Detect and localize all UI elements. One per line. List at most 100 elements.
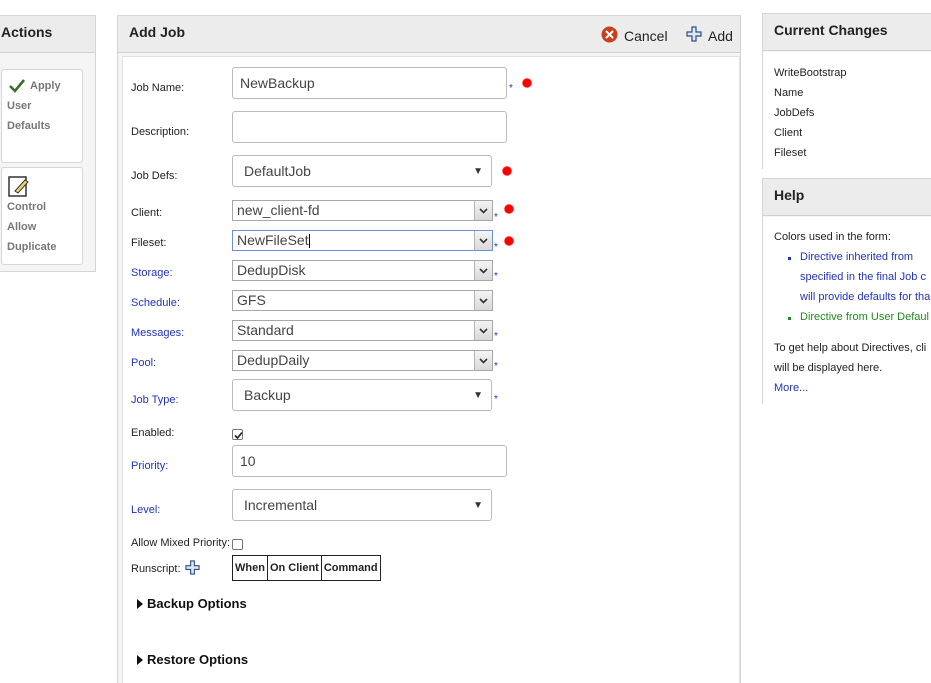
messages-combobox[interactable]: Standard [232,320,493,341]
bullet-icon [788,317,791,320]
list-item: WriteBootstrap [774,67,847,79]
job-defs-value: DefaultJob [244,163,311,179]
required-mark: * [494,394,498,405]
required-mark: * [494,331,498,342]
apply-label: Apply [30,80,61,92]
required-mark: * [494,212,498,223]
priority-input[interactable] [232,445,507,477]
storage-label: Storage: [131,267,173,279]
dropdown-arrow-icon[interactable] [474,291,492,310]
fileset-value: NewFileSet [237,232,309,248]
required-dot-icon [504,236,514,246]
required-dot-icon [522,78,532,88]
job-name-label: Job Name: [131,82,185,94]
edit-icon [8,176,30,201]
current-changes-list: WriteBootstrap Name JobDefs Client Files… [763,52,931,169]
cancel-label: Cancel [624,28,668,44]
apply-user-defaults-action[interactable]: Apply User Defaults [1,69,83,163]
help-more-link[interactable]: More... [774,382,808,394]
help-user-default-line: Directive from User Defaul [800,311,929,323]
schedule-value: GFS [237,292,266,308]
page-title: Add Job [129,24,185,40]
description-input[interactable] [232,111,507,143]
priority-label: Priority: [131,460,169,472]
allow-label: Allow [7,221,37,233]
job-defs-label: Job Defs: [131,170,178,182]
dropdown-arrow-icon[interactable] [474,321,492,340]
pool-value: DedupDaily [237,352,310,368]
list-item: Name [774,87,804,99]
current-changes-header: Current Changes [763,14,931,51]
caret-down-icon: ▼ [473,500,483,511]
help-inherited-line: specified in the final Job c [800,271,926,283]
control-allow-duplicate-action[interactable]: Control Allow Duplicate [1,167,83,265]
client-value: new_client-fd [237,202,320,218]
cancel-icon [601,26,618,46]
level-select[interactable]: Incremental ▼ [232,489,492,521]
help-panel: Help Colors used in the form: Directive … [762,178,931,404]
dropdown-arrow-icon[interactable] [474,201,492,220]
required-dot-icon [502,166,512,176]
caret-down-icon: ▼ [473,390,483,401]
job-form: Job Name: * Description: Job Defs: Defau… [122,56,740,683]
job-type-select[interactable]: Backup ▼ [232,379,492,411]
runscript-col-when: When [232,555,268,581]
enabled-label: Enabled: [131,427,175,439]
job-type-value: Backup [244,387,291,403]
schedule-combobox[interactable]: GFS [232,290,493,311]
restore-options-toggle[interactable]: Restore Options [137,652,248,667]
storage-combobox[interactable]: DedupDisk [232,260,493,281]
required-mark: * [494,361,498,372]
dropdown-arrow-icon[interactable] [474,261,492,280]
help-inherited-line: will provide defaults for tha [800,291,931,303]
bullet-icon [788,257,791,260]
actions-panel: Actions Apply User Defaults Control Allo… [0,15,96,272]
messages-value: Standard [237,322,294,338]
client-label: Client: [131,207,163,219]
description-label: Description: [131,126,190,138]
add-button[interactable]: Add [686,26,733,45]
add-job-panel: Add Job Cancel Add Job Name: * Descripti… [117,15,741,683]
caret-down-icon: ▼ [473,166,483,177]
required-mark: * [494,242,498,253]
help-content: Colors used in the form: Directive inher… [763,217,931,404]
runscript-col-on-client: On Client [266,555,322,581]
messages-label: Messages: [131,327,185,339]
runscript-label: Runscript: [131,563,181,575]
add-runscript-icon[interactable] [185,560,200,578]
required-dot-icon [504,204,514,214]
help-header: Help [763,179,931,216]
required-mark: * [494,271,498,282]
dropdown-arrow-icon[interactable] [474,351,492,370]
restore-options-label: Restore Options [147,652,249,667]
expand-triangle-icon [137,654,143,665]
backup-options-label: Backup Options [147,596,247,611]
list-item: JobDefs [774,107,815,119]
list-item: Fileset [774,147,807,159]
enabled-checkbox[interactable] [232,429,243,440]
backup-options-toggle[interactable]: Backup Options [137,596,247,611]
fileset-combobox[interactable]: NewFileSet [232,230,493,251]
cancel-button[interactable]: Cancel [601,26,668,46]
job-defs-select[interactable]: DefaultJob ▼ [232,155,492,187]
pool-label: Pool: [131,357,157,369]
add-job-header: Add Job Cancel Add [118,16,740,53]
allow-mixed-priority-label: Allow Mixed Priority: [131,537,231,549]
storage-value: DedupDisk [237,262,306,278]
help-text-line: To get help about Directives, cli [774,342,927,354]
help-inherited-line: Directive inherited from [800,251,914,263]
job-name-input[interactable] [232,67,507,99]
pool-combobox[interactable]: DedupDaily [232,350,493,371]
client-combobox[interactable]: new_client-fd [232,200,493,221]
checkmark-icon [234,431,243,440]
current-changes-panel: Current Changes WriteBootstrap Name JobD… [762,13,931,169]
dropdown-arrow-icon[interactable] [474,231,492,250]
add-icon [686,26,702,45]
checkmark-icon [9,79,26,96]
allow-mixed-priority-checkbox[interactable] [232,539,243,550]
runscript-table: When On Client Command [232,555,381,581]
expand-triangle-icon [137,598,143,609]
defaults-label: Defaults [7,120,51,132]
level-value: Incremental [244,497,318,513]
required-mark: * [509,83,513,94]
